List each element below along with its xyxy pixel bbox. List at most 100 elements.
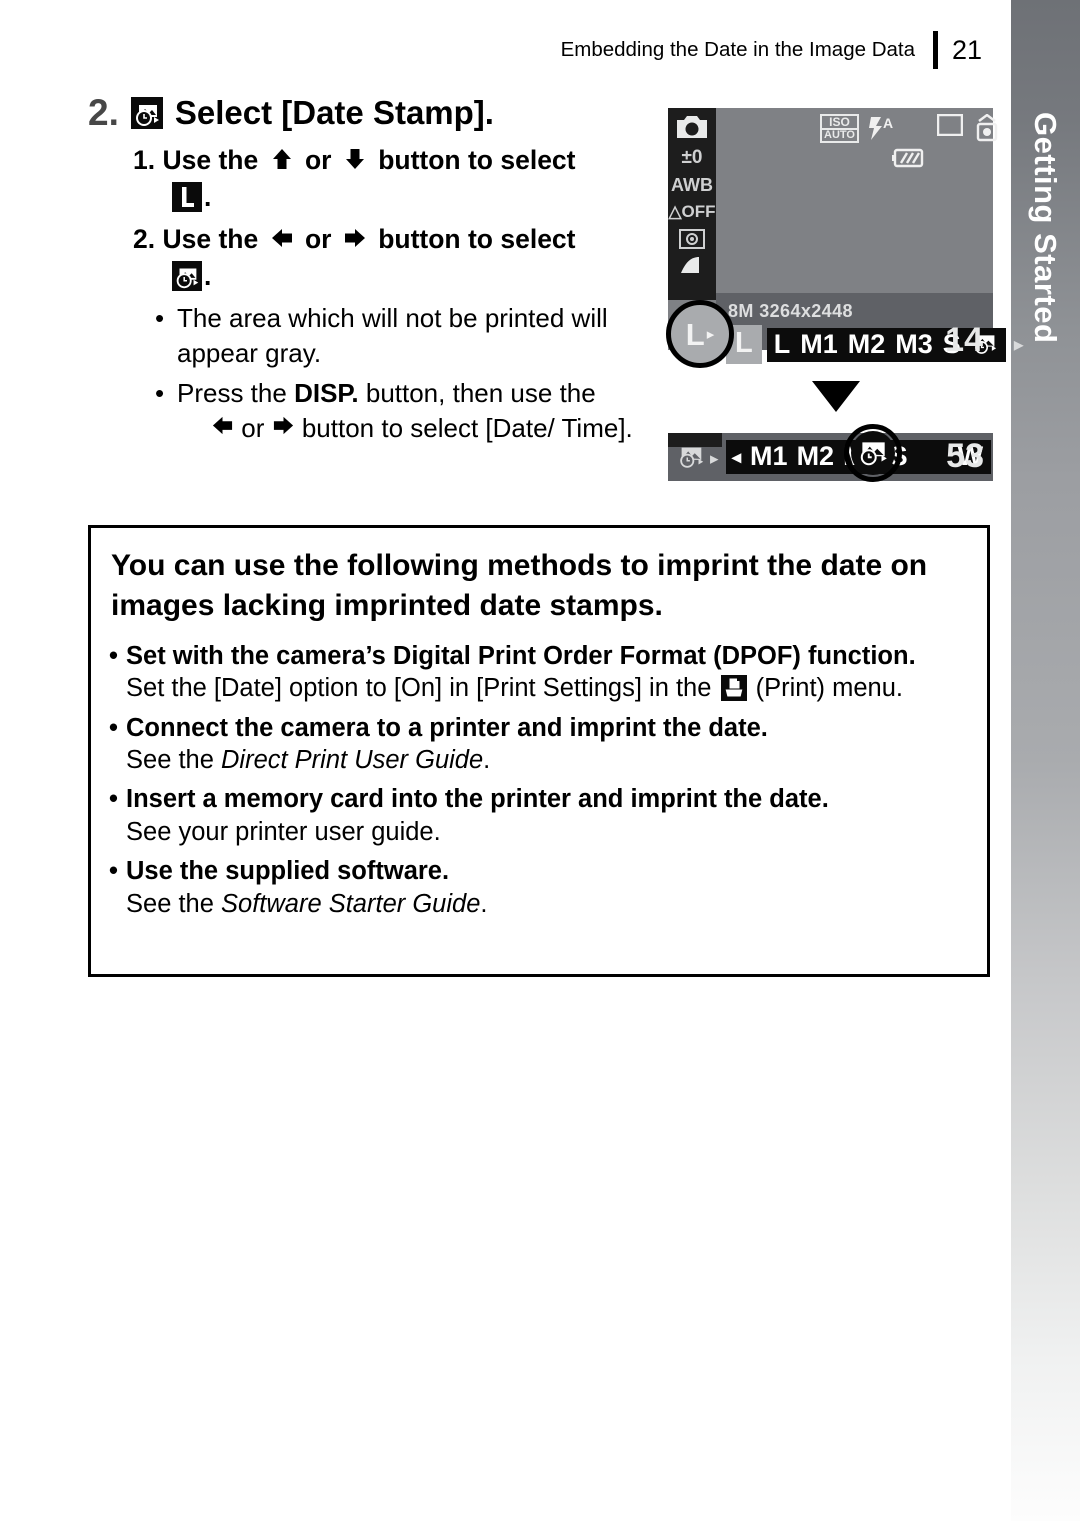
- image-size-large-icon: [172, 182, 202, 213]
- bullet-disp-mid: button, then use the: [365, 378, 596, 409]
- highlight-circle-large-size: L ▸: [666, 300, 734, 368]
- substep-1-icon-line: .: [172, 182, 660, 213]
- lcd-resolution-label: 8M 3264x2448: [728, 301, 853, 321]
- bullet-disp-tail: button to select [Date/ Time].: [301, 412, 633, 443]
- lcd-option-m1[interactable]: M1: [800, 330, 838, 358]
- callout-item-software-desc-before: See the: [126, 889, 214, 918]
- callout-box: You can use the following methods to imp…: [88, 525, 990, 977]
- lcd-second-prev-arrow-icon[interactable]: ◂: [732, 448, 741, 466]
- arrow-right-icon: [272, 413, 302, 443]
- iso-auto-icon: ISO AUTO: [820, 114, 859, 143]
- highlight-circle-label: L: [685, 316, 705, 352]
- callout-item-memory-card-title-row: • Insert a memory card into the printer …: [109, 783, 969, 816]
- callout-heading: You can use the following methods to imp…: [111, 549, 928, 622]
- callout-item-direct-print-title: Connect the camera to a printer and impr…: [126, 713, 768, 742]
- instruction-list: 1. Use the or button to select . 2. Use …: [133, 143, 660, 451]
- callout-item-direct-print-description: See the Direct Print User Guide.: [126, 744, 969, 777]
- callout-item-software: • Use the supplied software. See the Sof…: [109, 855, 969, 921]
- lcd-second-option-m2[interactable]: M2: [797, 443, 835, 470]
- lcd-option-m3[interactable]: M3: [895, 330, 933, 358]
- lcd-info-bar: 8M 3264x2448 L L M1 M2 M3 S ▸ 14: [716, 293, 1024, 364]
- bullet-dot: •: [109, 785, 118, 814]
- callout-item-dpof-description: Set the [Date] option to [On] in [Print …: [126, 672, 969, 705]
- callout-item-direct-print-desc-before: See the: [126, 746, 214, 775]
- lcd-second-lead-arrow-icon[interactable]: ▸: [710, 449, 719, 469]
- red-eye-icon: [975, 113, 999, 147]
- substep-2-icon-line: .: [172, 261, 660, 292]
- my-colors-off-indicator: △OFF: [668, 203, 716, 220]
- header-divider: [933, 31, 938, 69]
- substep-1-or: or: [304, 145, 332, 175]
- arrow-up-icon: [270, 145, 294, 180]
- substep-2-trailing: .: [204, 260, 212, 291]
- bullet-disp-button: • Press the DISP. button, then use the o…: [155, 376, 660, 445]
- arrow-left-icon: [211, 413, 241, 443]
- callout-item-software-guide: Software Starter Guide: [221, 889, 481, 918]
- chapter-tab: Getting Started: [1011, 0, 1080, 1521]
- substep-2-text-before: Use the: [162, 223, 259, 254]
- substep-2-text-after: button to select: [378, 223, 576, 254]
- svg-text:A: A: [883, 115, 893, 131]
- callout-item-memory-card: • Insert a memory card into the printer …: [109, 783, 969, 849]
- running-header: Embedding the Date in the Image Data 21: [0, 30, 1000, 70]
- bullet-dot: •: [155, 378, 165, 409]
- callout-list: • Set with the camera’s Digital Print Or…: [109, 640, 969, 921]
- date-stamp-icon: [130, 97, 163, 129]
- bullet-dot: •: [155, 302, 165, 333]
- callout-item-dpof-title: Set with the camera’s Digital Print Orde…: [126, 641, 916, 670]
- battery-icon: [892, 148, 926, 173]
- highlight-circle-arrow-icon: ▸: [706, 326, 715, 343]
- arrow-right-icon: [343, 224, 367, 259]
- substep-1-trailing: .: [204, 181, 212, 212]
- lcd-side-indicator-strip: ±0 AWB △OFF: [668, 108, 716, 300]
- bullet-gray-area: • The area which will not be printed wil…: [155, 301, 660, 370]
- substep-2-line: 2. Use the or button to select: [133, 222, 660, 259]
- drive-mode-single-icon: [936, 113, 964, 141]
- callout-item-software-title: Use the supplied software.: [126, 857, 450, 886]
- lcd-second-option-m1[interactable]: M1: [750, 443, 788, 470]
- lcd-option-l[interactable]: L: [774, 330, 791, 358]
- lcd-shots-remaining: 14: [945, 321, 983, 359]
- date-stamp-icon: [851, 431, 895, 475]
- callout-item-software-desc-after: .: [480, 889, 488, 918]
- page-number: 21: [952, 34, 983, 65]
- step-heading-title: Select [Date Stamp].: [174, 94, 494, 131]
- metering-mode-icon: [668, 229, 716, 249]
- callout-item-direct-print: • Connect the camera to a printer and im…: [109, 712, 969, 778]
- lcd-top-icon-group: ISO AUTO A: [820, 113, 999, 147]
- arrow-down-icon: [343, 145, 367, 180]
- arrow-left-icon: [270, 224, 294, 259]
- substep-bullets: • The area which will not be printed wil…: [155, 301, 660, 445]
- camera-lcd-second-bar: ▸ ◂ M1 M2 M3 S W 53: [668, 433, 993, 481]
- print-icon: [720, 675, 747, 702]
- date-stamp-icon: [172, 261, 202, 292]
- substep-1-number: 1.: [133, 145, 156, 175]
- substep-2-number: 2.: [133, 223, 156, 254]
- highlight-circle-date-stamp: [844, 424, 902, 482]
- lcd-option-m2[interactable]: M2: [848, 330, 886, 358]
- camera-icon: [668, 108, 716, 140]
- chapter-tab-label: Getting Started: [1028, 112, 1063, 344]
- callout-item-dpof-title-row: • Set with the camera’s Digital Print Or…: [109, 640, 969, 673]
- bullet-dot: •: [109, 641, 118, 670]
- date-stamp-icon: [676, 443, 706, 476]
- callout-item-direct-print-desc-after: .: [483, 746, 491, 775]
- flash-auto-icon: A: [867, 114, 897, 144]
- image-quality-icon: [668, 256, 716, 274]
- substep-1-text-before: Use the: [162, 145, 259, 175]
- lcd-second-shots-remaining: 53: [946, 437, 984, 475]
- exposure-compensation-indicator: ±0: [681, 147, 703, 168]
- callout-item-dpof-desc-after: (Print) menu.: [755, 674, 903, 703]
- my-colors-icon: △: [668, 202, 682, 221]
- bullet-disp-text: Press the DISP. button, then use the or …: [177, 376, 660, 445]
- bullet-dot: •: [109, 857, 118, 886]
- substep-2: 2. Use the or button to select .: [133, 222, 660, 292]
- substep-1: 1. Use the or button to select .: [133, 143, 660, 213]
- callout-item-direct-print-title-row: • Connect the camera to a printer and im…: [109, 712, 969, 745]
- lcd-next-arrow-icon[interactable]: ▸: [1014, 332, 1024, 357]
- substep-2-or: or: [304, 223, 332, 254]
- step-number: 2.: [88, 92, 119, 133]
- callout-item-software-title-row: • Use the supplied software.: [109, 855, 969, 888]
- callout-item-memory-card-desc-before: See your printer user guide.: [126, 817, 441, 846]
- callout-item-direct-print-guide: Direct Print User Guide: [221, 746, 484, 775]
